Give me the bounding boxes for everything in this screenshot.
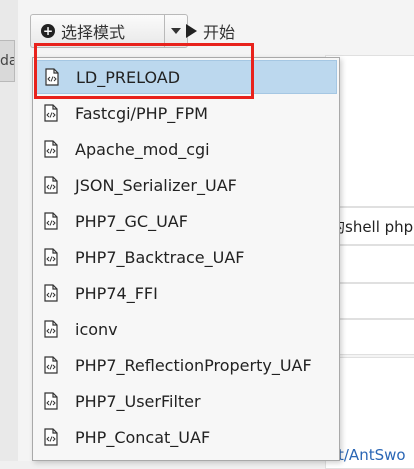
menu-item[interactable]: PHP7_UserFilter: [35, 384, 337, 418]
code-file-icon: [44, 428, 58, 446]
select-mode-button[interactable]: + 选择模式: [30, 14, 164, 48]
menu-item[interactable]: iconv: [35, 312, 337, 346]
code-file-icon: [44, 320, 58, 338]
code-file-icon: [44, 356, 58, 374]
menu-item[interactable]: PHP7_GC_UAF: [35, 204, 337, 238]
menu-item-label: PHP7_GC_UAF: [75, 211, 188, 231]
menu-item-label: Fastcgi/PHP_FPM: [75, 103, 208, 123]
menu-item-label: JSON_Serializer_UAF: [75, 175, 237, 195]
code-file-icon: [44, 140, 58, 158]
menu-item-label: PHP7_UserFilter: [75, 391, 201, 411]
background-text-line: 的shell php: [330, 218, 414, 236]
menu-item-label: PHP7_ReflectionProperty_UAF: [75, 355, 312, 375]
menu-item[interactable]: PHP_Concat_UAF: [35, 420, 337, 454]
menu-item-label: PHP7_Backtrace_UAF: [75, 247, 245, 267]
menu-item-label: PHP_Concat_UAF: [75, 427, 211, 447]
background-link-text[interactable]: t/AntSwo: [338, 446, 406, 464]
menu-item-label: Apache_mod_cgi: [75, 139, 210, 159]
mode-dropdown-menu: LD_PRELOAD Fastcgi/PHP_FPM Apache_mod_cgi J…: [32, 57, 340, 461]
play-icon: [186, 24, 197, 38]
menu-item[interactable]: PHP7_Backtrace_UAF: [35, 240, 337, 274]
code-file-icon: [44, 212, 58, 230]
start-button[interactable]: 开始: [178, 14, 243, 48]
plus-circle-icon: +: [41, 24, 55, 38]
code-file-icon: [45, 68, 59, 86]
code-file-icon: [44, 284, 58, 302]
left-panel-tab[interactable]: da: [0, 40, 15, 82]
left-panel-tab-label: da: [0, 53, 14, 69]
menu-item[interactable]: JSON_Serializer_UAF: [35, 168, 337, 202]
menu-item-label: LD_PRELOAD: [76, 67, 181, 87]
menu-item[interactable]: PHP7_ReflectionProperty_UAF: [35, 348, 337, 382]
menu-item[interactable]: Apache_mod_cgi: [35, 132, 337, 166]
left-panel-strip: da: [0, 0, 19, 461]
menu-item[interactable]: PHP74_FFI: [35, 276, 337, 310]
toolbar: + 选择模式 开始: [30, 14, 414, 50]
menu-item-label: PHP74_FFI: [75, 283, 158, 303]
menu-item[interactable]: Fastcgi/PHP_FPM: [35, 96, 337, 130]
menu-item[interactable]: LD_PRELOAD: [35, 60, 337, 94]
select-mode-label: 选择模式: [61, 23, 126, 42]
code-file-icon: [44, 392, 58, 410]
start-label: 开始: [203, 23, 236, 42]
menu-item-label: iconv: [75, 319, 118, 339]
code-file-icon: [44, 248, 58, 266]
code-file-icon: [44, 104, 58, 122]
code-file-icon: [44, 176, 58, 194]
